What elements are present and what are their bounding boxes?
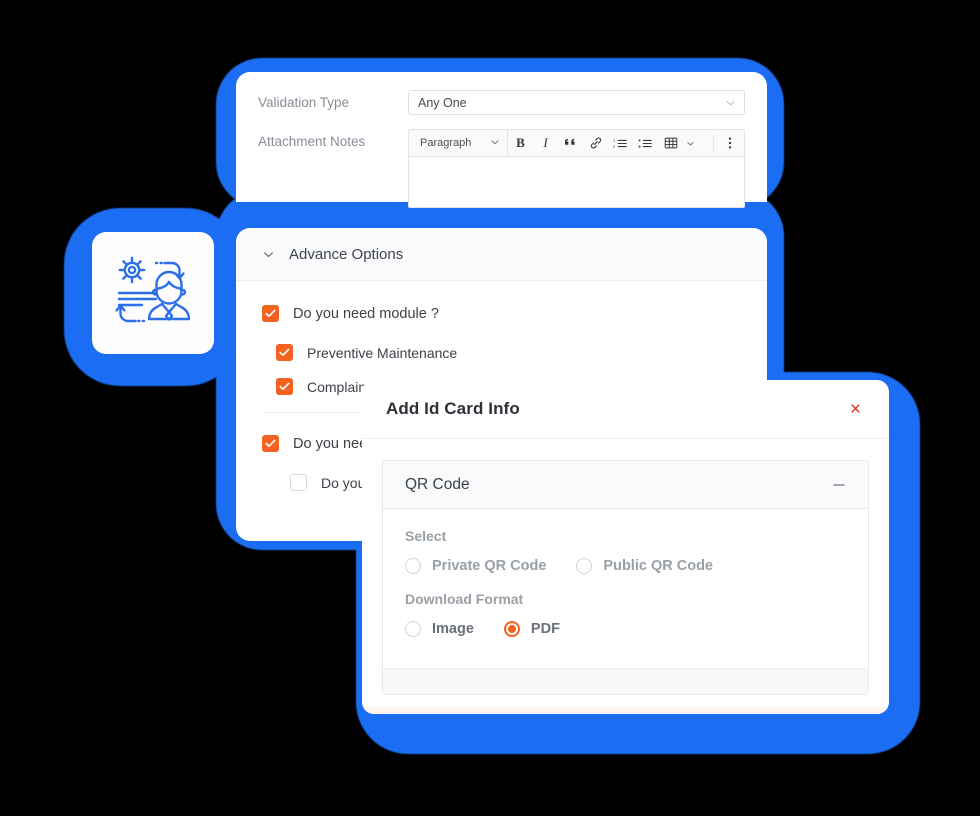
validation-card: Validation Type Any One Attachment Notes…	[236, 72, 767, 208]
editor-toolbar: Paragraph B I 1 2	[409, 130, 744, 157]
modal-title: Add Id Card Info	[386, 399, 520, 418]
validation-type-select[interactable]: Any One	[408, 90, 745, 115]
qr-code-panel-body: Select Private QR Code Public QR Code Do…	[383, 509, 868, 668]
radio-unselected-icon[interactable]	[405, 558, 421, 574]
block-format-select[interactable]: Paragraph	[411, 130, 508, 156]
employee-process-management-icon	[112, 252, 194, 335]
chevron-down-icon	[725, 97, 736, 108]
feature-badge	[92, 232, 214, 354]
form-row-attachment-notes: Attachment Notes Paragraph B I 1 2	[258, 129, 745, 208]
ordered-list-icon[interactable]: 1 2	[608, 130, 633, 156]
rich-text-editor: Paragraph B I 1 2	[408, 129, 745, 208]
qr-code-panel-header[interactable]: QR Code	[383, 461, 868, 509]
select-group-label: Select	[405, 528, 447, 544]
advance-options-header[interactable]: Advance Options	[236, 228, 767, 281]
radio-item-pdf[interactable]: PDF	[503, 621, 560, 637]
modal-body: QR Code Select Private QR Code Public QR…	[362, 439, 889, 695]
checkbox-checked-icon[interactable]	[262, 435, 279, 452]
download-format-radio-group: Image PDF	[405, 621, 846, 637]
radio-item-image[interactable]: Image	[405, 621, 474, 637]
toolbar-divider	[713, 135, 714, 151]
svg-text:2: 2	[613, 144, 616, 149]
italic-icon[interactable]: I	[533, 130, 558, 156]
collapse-minus-icon[interactable]	[832, 478, 846, 492]
close-icon[interactable]: ×	[846, 398, 865, 421]
svg-text:1: 1	[613, 137, 616, 142]
screenshot-stage: Validation Type Any One Attachment Notes…	[0, 0, 980, 816]
checkbox-label: Preventive Maintenance	[307, 344, 458, 361]
radio-label: Image	[432, 621, 474, 637]
checkbox-label: Do you need module ?	[293, 305, 439, 322]
validation-type-field: Any One	[408, 90, 745, 115]
chevron-down-icon	[490, 137, 500, 150]
radio-label: Private QR Code	[432, 558, 547, 574]
advance-options-title: Advance Options	[289, 245, 404, 263]
add-id-card-info-modal: Add Id Card Info × QR Code Select Privat…	[362, 380, 889, 714]
checkbox-checked-icon[interactable]	[262, 305, 279, 322]
radio-label: Public QR Code	[603, 558, 713, 574]
qr-code-panel-title: QR Code	[405, 475, 470, 493]
radio-unselected-icon[interactable]	[405, 621, 421, 637]
blockquote-icon[interactable]	[558, 130, 583, 156]
radio-item-private-qr-code[interactable]: Private QR Code	[405, 558, 546, 574]
modal-footer-strip	[362, 707, 889, 714]
validation-type-label: Validation Type	[258, 95, 350, 110]
qr-type-radio-group: Private QR Code Public QR Code	[405, 558, 846, 574]
qr-code-panel: QR Code Select Private QR Code Public QR…	[382, 460, 869, 695]
editor-content-area[interactable]	[409, 157, 744, 207]
radio-selected-icon[interactable]	[503, 621, 520, 637]
radio-item-public-qr-code[interactable]: Public QR Code	[576, 558, 713, 574]
more-options-icon[interactable]	[717, 130, 742, 156]
block-format-value: Paragraph	[420, 137, 472, 149]
table-icon[interactable]	[658, 130, 683, 156]
validation-type-value: Any One	[418, 95, 467, 110]
checkbox-unchecked-icon[interactable]	[290, 474, 307, 491]
checkbox-row-preventive-maintenance[interactable]: Preventive Maintenance	[262, 344, 741, 361]
bullet-list-icon[interactable]	[633, 130, 658, 156]
chevron-down-icon[interactable]	[683, 130, 697, 156]
checkbox-checked-icon[interactable]	[276, 344, 293, 361]
panel-footer	[383, 668, 868, 694]
checkbox-row-module[interactable]: Do you need module ?	[262, 305, 741, 322]
checkbox-checked-icon[interactable]	[276, 378, 293, 395]
attachment-notes-field: Paragraph B I 1 2	[408, 129, 745, 208]
download-format-group-label: Download Format	[405, 591, 524, 607]
link-icon[interactable]	[583, 130, 608, 156]
modal-header: Add Id Card Info ×	[362, 380, 889, 439]
radio-label: PDF	[530, 621, 560, 637]
bold-icon[interactable]: B	[508, 130, 533, 156]
form-row-validation-type: Validation Type Any One	[258, 90, 745, 115]
radio-unselected-icon[interactable]	[576, 558, 593, 574]
chevron-down-icon	[262, 248, 275, 261]
attachment-notes-label: Attachment Notes	[258, 134, 366, 149]
